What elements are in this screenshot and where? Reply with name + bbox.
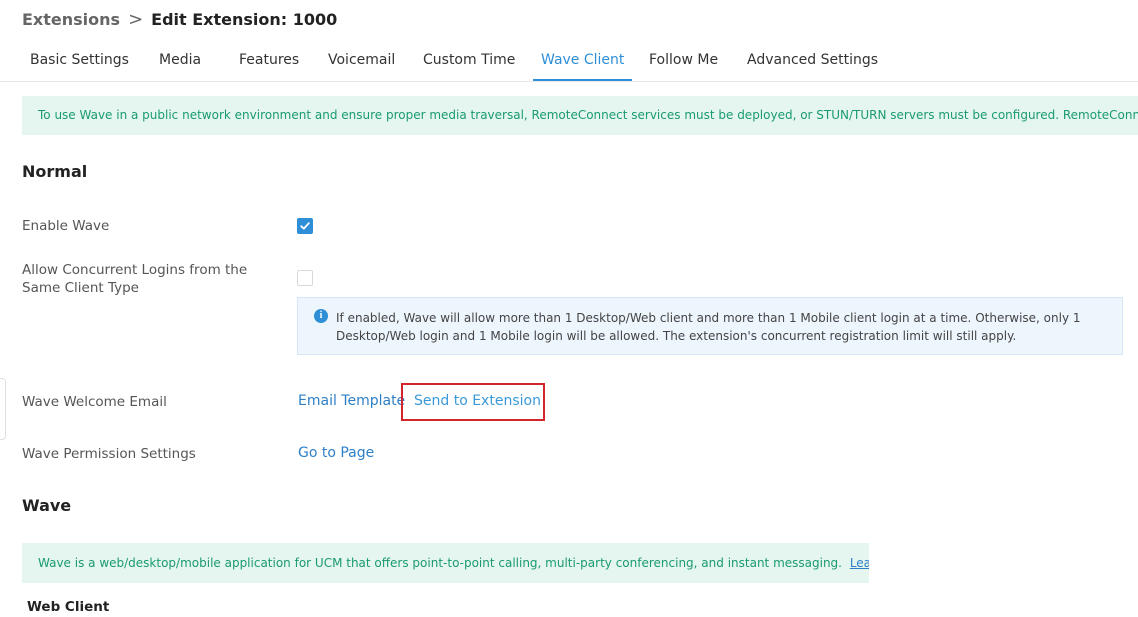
section-title-wave: Wave [22,496,72,515]
breadcrumb: Extensions > Edit Extension: 1000 [22,9,337,30]
tab-features[interactable]: Features [231,40,307,79]
go-to-page-link[interactable]: Go to Page [298,445,374,461]
tab-media[interactable]: Media [151,40,209,79]
wave-permission-settings-label: Wave Permission Settings [22,446,196,462]
sidebar-collapse-handle[interactable] [0,378,6,440]
section-title-normal: Normal [22,162,88,181]
enable-wave-checkbox[interactable] [297,218,313,234]
wave-info-notice: Wave is a web/desktop/mobile application… [22,543,869,583]
remote-connect-notice: To use Wave in a public network environm… [22,96,1138,135]
enable-wave-label: Enable Wave [22,218,110,234]
tab-voicemail[interactable]: Voicemail [320,40,403,79]
tab-basic-settings[interactable]: Basic Settings [22,40,137,79]
tab-custom-time[interactable]: Custom Time [415,40,523,79]
web-client-title: Web Client [27,599,110,615]
info-icon: i [314,309,328,323]
checkmark-icon [300,222,310,230]
concurrent-logins-info-line2: Desktop/Web login and 1 Mobile login wil… [336,329,1017,343]
page-title: Edit Extension: 1000 [151,10,338,29]
tab-bar: Basic Settings Media Features Voicemail … [0,40,1138,82]
wave-info-text: Wave is a web/desktop/mobile application… [38,556,842,570]
tab-wave-client[interactable]: Wave Client [533,40,633,81]
tab-follow-me[interactable]: Follow Me [641,40,726,79]
concurrent-logins-checkbox[interactable] [297,270,313,286]
send-to-extension-link[interactable]: Send to Extension [414,393,541,409]
concurrent-logins-info-line1: If enabled, Wave will allow more than 1 … [336,311,1081,325]
breadcrumb-separator: > [128,9,144,30]
tab-advanced-settings[interactable]: Advanced Settings [739,40,886,79]
breadcrumb-extensions-link[interactable]: Extensions [22,10,120,29]
wave-welcome-email-label: Wave Welcome Email [22,394,167,410]
learn-more-link[interactable]: Learn more [850,556,869,570]
concurrent-logins-info: i If enabled, Wave will allow more than … [297,297,1123,355]
concurrent-logins-label: Allow Concurrent Logins from the Same Cl… [22,262,248,296]
email-template-link[interactable]: Email Template [298,393,405,409]
